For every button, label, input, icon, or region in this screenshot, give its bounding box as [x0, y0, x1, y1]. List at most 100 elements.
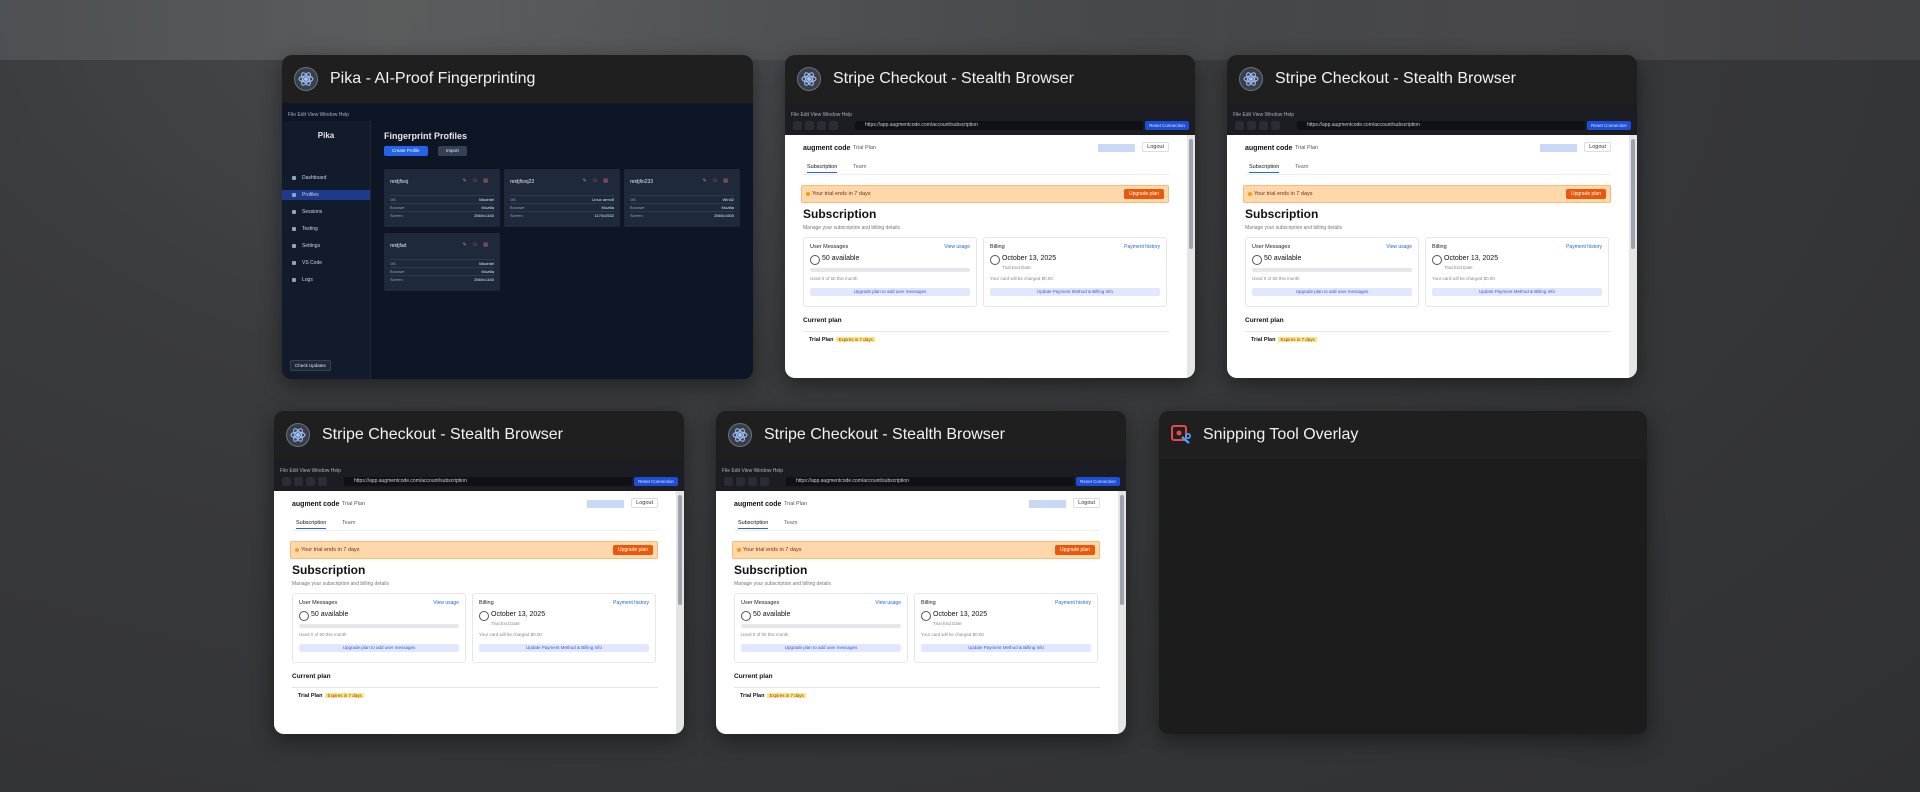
forward-icon[interactable]	[736, 477, 745, 486]
dashboard-icon	[292, 176, 296, 180]
reload-icon[interactable]	[306, 477, 315, 486]
profile-card[interactable]: reidjfisoj ✎⚇▤ OS Macintel Browser Mozilla…	[384, 169, 500, 227]
reset-connection-button[interactable]: Reset Connection	[1076, 477, 1120, 486]
address-bar[interactable]: https://app.augmentcode.com/account/subs…	[344, 477, 632, 486]
tab-team[interactable]: Team	[853, 164, 866, 170]
view-usage-link[interactable]: View usage	[875, 600, 901, 606]
home-icon[interactable]	[1271, 121, 1280, 130]
augment-logo: augment code	[734, 501, 782, 508]
usage-progress-bar	[299, 624, 459, 628]
update-payment-button[interactable]: Update Payment Method & Billing Info	[990, 288, 1160, 296]
logout-button[interactable]: Logout	[631, 498, 658, 508]
reset-connection-button[interactable]: Reset Connection	[1587, 121, 1631, 130]
forward-icon[interactable]	[1247, 121, 1256, 130]
tab-team[interactable]: Team	[1295, 164, 1308, 170]
reload-icon[interactable]	[1259, 121, 1268, 130]
upgrade-messages-button[interactable]: Upgrade plan to add user messages	[741, 644, 901, 652]
nav-profiles[interactable]: Profiles	[282, 190, 370, 200]
divider	[292, 687, 658, 688]
back-icon[interactable]	[724, 477, 733, 486]
window-thumbnail-snipping-tool[interactable]: Snipping Tool Overlay	[1159, 411, 1647, 734]
back-icon[interactable]	[793, 121, 802, 130]
profile-actions-icons[interactable]: ✎⚇▤	[463, 178, 494, 184]
reset-connection-button[interactable]: Reset Connection	[634, 477, 678, 486]
reload-icon[interactable]	[748, 477, 757, 486]
upgrade-messages-button[interactable]: Upgrade plan to add user messages	[299, 644, 459, 652]
window-thumbnail-stripe-2[interactable]: Stripe Checkout - Stealth Browser File E…	[1227, 55, 1637, 378]
nav-logs[interactable]: Logs	[282, 275, 370, 285]
home-icon[interactable]	[829, 121, 838, 130]
payment-history-link[interactable]: Payment history	[1055, 600, 1091, 606]
page-scrollbar[interactable]	[1629, 135, 1637, 378]
reset-connection-button[interactable]: Reset Connection	[1145, 121, 1189, 130]
tab-subscription[interactable]: Subscription	[807, 164, 838, 173]
profile-card[interactable]: reidjfad ✎⚇▤ OS Macintel Browser Mozilla S…	[384, 233, 500, 291]
nav-settings[interactable]: Settings	[282, 241, 370, 251]
payment-history-link[interactable]: Payment history	[613, 600, 649, 606]
augment-subscription-page: augment code Trial Plan Logout Subscript…	[716, 491, 1118, 734]
upgrade-messages-button[interactable]: Upgrade plan to add user messages	[810, 288, 970, 296]
nav-testing[interactable]: Testing	[282, 224, 370, 234]
home-icon[interactable]	[318, 477, 327, 486]
logout-button[interactable]: Logout	[1142, 142, 1169, 152]
back-icon[interactable]	[282, 477, 291, 486]
tabs: Subscription Team	[734, 520, 1100, 531]
tab-subscription[interactable]: Subscription	[1249, 164, 1280, 173]
window-preview: File Edit View Window Help https://app.a…	[274, 459, 684, 734]
window-thumbnail-stripe-4[interactable]: Stripe Checkout - Stealth Browser File E…	[716, 411, 1126, 734]
view-usage-link[interactable]: View usage	[944, 244, 970, 250]
view-usage-link[interactable]: View usage	[1386, 244, 1412, 250]
forward-icon[interactable]	[805, 121, 814, 130]
messages-icon	[810, 255, 820, 265]
page-scrollbar[interactable]	[676, 491, 684, 734]
nav-sessions[interactable]: Sessions	[282, 207, 370, 217]
create-profile-button[interactable]: Create Profile	[384, 146, 428, 156]
trial-banner: Your trial ends in 7 days Upgrade plan	[801, 185, 1169, 203]
profile-card[interactable]: reidjfiooj23 ✎⚇▤ OS Linux armv8 Browser Mo…	[504, 169, 620, 227]
check-updates-button[interactable]: Check Updates	[290, 360, 331, 371]
update-payment-button[interactable]: Update Payment Method & Billing Info	[479, 644, 649, 652]
upgrade-plan-button[interactable]: Upgrade plan	[1054, 545, 1095, 555]
home-icon[interactable]	[760, 477, 769, 486]
payment-history-link[interactable]: Payment history	[1124, 244, 1160, 250]
payment-history-link[interactable]: Payment history	[1566, 244, 1602, 250]
import-button[interactable]: Import	[438, 146, 467, 156]
window-thumbnail-pika[interactable]: Pika - AI-Proof Fingerprinting File Edit…	[282, 55, 753, 379]
tab-team[interactable]: Team	[342, 520, 355, 526]
view-usage-link[interactable]: View usage	[433, 600, 459, 606]
upgrade-plan-button[interactable]: Upgrade plan	[1123, 189, 1164, 199]
tab-team[interactable]: Team	[784, 520, 797, 526]
address-bar[interactable]: https://app.augmentcode.com/account/subs…	[1297, 121, 1585, 130]
profile-actions-icons[interactable]: ✎⚇▤	[583, 178, 614, 184]
nav-vscode[interactable]: VS Code	[282, 258, 370, 268]
page-scrollbar[interactable]	[1187, 135, 1195, 378]
profile-actions-icons[interactable]: ✎⚇▤	[463, 242, 494, 248]
address-bar[interactable]: https://app.augmentcode.com/account/subs…	[855, 121, 1143, 130]
back-icon[interactable]	[1235, 121, 1244, 130]
tab-subscription[interactable]: Subscription	[296, 520, 327, 529]
upgrade-plan-button[interactable]: Upgrade plan	[1565, 189, 1606, 199]
update-payment-button[interactable]: Update Payment Method & Billing Info	[1432, 288, 1602, 296]
tabs: Subscription Team	[292, 520, 658, 531]
window-thumbnail-stripe-3[interactable]: Stripe Checkout - Stealth Browser File E…	[274, 411, 684, 734]
page-title: Subscription	[734, 563, 808, 577]
forward-icon[interactable]	[294, 477, 303, 486]
logout-button[interactable]: Logout	[1584, 142, 1611, 152]
tab-subscription[interactable]: Subscription	[738, 520, 769, 529]
profile-card[interactable]: reidjfio233 ✎⚇▤ OS Win32 Browser Mozilla S…	[624, 169, 740, 227]
address-bar[interactable]: https://app.augmentcode.com/account/subs…	[786, 477, 1074, 486]
profile-actions-icons[interactable]: ✎⚇▤	[703, 178, 734, 184]
app-menu: File Edit View Window Help	[722, 468, 784, 474]
update-payment-button[interactable]: Update Payment Method & Billing Info	[921, 644, 1091, 652]
upgrade-messages-button[interactable]: Upgrade plan to add user messages	[1252, 288, 1412, 296]
nav-dashboard[interactable]: Dashboard	[282, 173, 370, 183]
plan-label: Trial Plan	[853, 145, 877, 151]
page-scrollbar[interactable]	[1118, 491, 1126, 734]
reload-icon[interactable]	[817, 121, 826, 130]
usage-progress-bar	[1252, 268, 1412, 272]
upgrade-plan-button[interactable]: Upgrade plan	[612, 545, 653, 555]
window-thumbnail-stripe-1[interactable]: Stripe Checkout - Stealth Browser File E…	[785, 55, 1195, 378]
billing-card: Billing Payment history October 13, 2025…	[1425, 237, 1609, 307]
logout-button[interactable]: Logout	[1073, 498, 1100, 508]
profile-name: reidjfisoj	[390, 179, 409, 185]
